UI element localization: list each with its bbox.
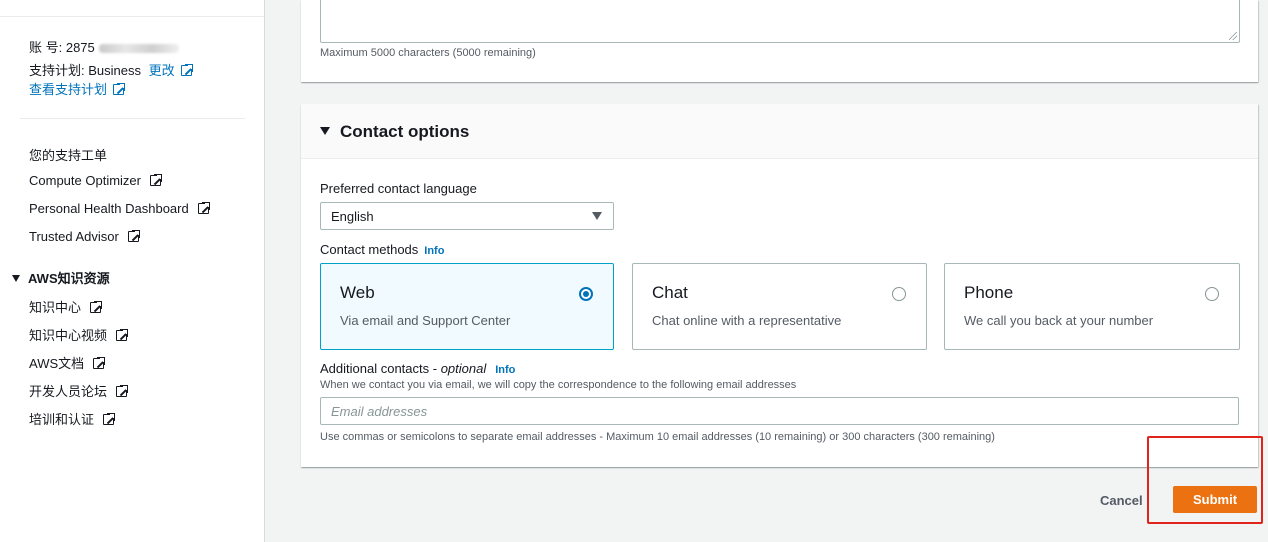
radio-chat[interactable] (892, 287, 906, 301)
contact-methods-label: Contact methods Info (320, 242, 444, 257)
language-label: Preferred contact language (320, 181, 477, 196)
contact-method-chat[interactable]: Chat Chat online with a representative (632, 263, 927, 350)
radio-phone[interactable] (1205, 287, 1219, 301)
submit-button[interactable]: Submit (1173, 486, 1257, 513)
external-link-icon (103, 412, 117, 425)
sidebar-item-knowledge-center[interactable]: 知识中心 (29, 297, 104, 316)
account-id-label: 账 号: 2875 (29, 40, 95, 55)
sidebar-item-training[interactable]: 培训和认证 (29, 409, 117, 428)
sidebar-section-label: AWS知识资源 (28, 271, 110, 286)
support-plan: 支持计划: Business 更改 (29, 60, 194, 79)
contact-options-panel: Contact options Preferred contact langua… (301, 104, 1258, 467)
section-title: Contact options (340, 122, 470, 141)
additional-contacts-description: When we contact you via email, we will c… (320, 379, 797, 391)
external-link-icon (93, 356, 107, 369)
description-textarea[interactable] (320, 0, 1240, 43)
tile-description: Via email and Support Center (340, 313, 511, 328)
additional-contacts-label: Additional contacts - optional Info (320, 361, 515, 376)
account-id: 账 号: 2875 (29, 37, 179, 56)
caret-down-icon (12, 275, 20, 282)
redacted-account-number (98, 44, 179, 54)
sidebar-item-label: 知识中心视频 (29, 328, 108, 343)
email-constraint-hint: Use commas or semicolons to separate ema… (320, 431, 995, 443)
radio-web[interactable] (579, 287, 593, 301)
sidebar-item-aws-docs[interactable]: AWS文档 (29, 353, 107, 372)
external-link-icon (197, 201, 211, 214)
sidebar-item-label: 培训和认证 (29, 412, 95, 427)
contact-method-phone[interactable]: Phone We call you back at your number (944, 263, 1240, 350)
additional-contacts-info-link[interactable]: Info (495, 364, 515, 376)
external-link-icon (90, 300, 104, 313)
support-plan-label: 支持计划: Business (29, 63, 141, 78)
change-plan-link-label: 更改 (148, 63, 175, 78)
sidebar-item-label: AWS文档 (29, 356, 85, 371)
external-link-icon (116, 384, 130, 397)
sidebar-item-compute-optimizer[interactable]: Compute Optimizer (29, 173, 163, 188)
caret-down-icon (320, 127, 330, 135)
language-select-value: English (331, 209, 374, 224)
contact-methods-info-link[interactable]: Info (424, 245, 444, 257)
sidebar-section-knowledge[interactable]: AWS知识资源 (12, 268, 110, 287)
sidebar-item-label: Personal Health Dashboard (29, 201, 189, 216)
additional-contacts-label-text: Additional contacts - (320, 361, 441, 376)
sidebar-item-developer-forums[interactable]: 开发人员论坛 (29, 381, 130, 400)
contact-options-header[interactable]: Contact options (301, 104, 1258, 159)
external-link-icon (127, 229, 141, 242)
external-link-icon (113, 82, 127, 95)
cancel-button[interactable]: Cancel (1095, 489, 1148, 511)
contact-options-title[interactable]: Contact options (320, 122, 469, 142)
sidebar-divider-top (0, 16, 264, 17)
sidebar-divider (20, 118, 245, 119)
sidebar-item-label: 您的支持工单 (29, 148, 108, 163)
resize-handle-icon[interactable] (1229, 32, 1237, 40)
view-support-plan-label: 查看支持计划 (29, 82, 108, 97)
sidebar-item-label: Trusted Advisor (29, 229, 119, 244)
contact-methods-label-text: Contact methods (320, 242, 419, 257)
sidebar-item-support-cases[interactable]: 您的支持工单 (29, 145, 107, 164)
language-select[interactable]: English (320, 202, 614, 230)
external-link-icon (149, 173, 163, 186)
sidebar-item-personal-health-dashboard[interactable]: Personal Health Dashboard (29, 201, 211, 216)
contact-method-web[interactable]: Web Via email and Support Center (320, 263, 614, 350)
view-support-plan-link[interactable]: 查看支持计划 (29, 79, 127, 98)
tile-description: We call you back at your number (964, 313, 1154, 328)
email-addresses-input[interactable] (320, 397, 1239, 425)
optional-tag: optional (440, 361, 487, 376)
sidebar-item-label: Compute Optimizer (29, 173, 141, 188)
tile-description: Chat online with a representative (652, 313, 842, 328)
sidebar: 账 号: 2875 支持计划: Business 更改 查看支持计划 您的支持工… (0, 0, 265, 542)
tile-title: Web (340, 283, 375, 302)
sidebar-item-trusted-advisor[interactable]: Trusted Advisor (29, 229, 141, 244)
change-plan-link[interactable]: 更改 (148, 63, 194, 78)
description-panel: Maximum 5000 characters (5000 remaining) (301, 0, 1258, 82)
tile-title: Phone (964, 283, 1014, 302)
sidebar-item-label: 知识中心 (29, 300, 82, 315)
caret-down-icon (592, 212, 602, 220)
external-link-icon (180, 63, 194, 76)
tile-title: Chat (652, 283, 688, 302)
description-char-hint: Maximum 5000 characters (5000 remaining) (320, 47, 536, 59)
external-link-icon (116, 328, 130, 341)
sidebar-item-label: 开发人员论坛 (29, 384, 108, 399)
sidebar-item-knowledge-videos[interactable]: 知识中心视频 (29, 325, 130, 344)
